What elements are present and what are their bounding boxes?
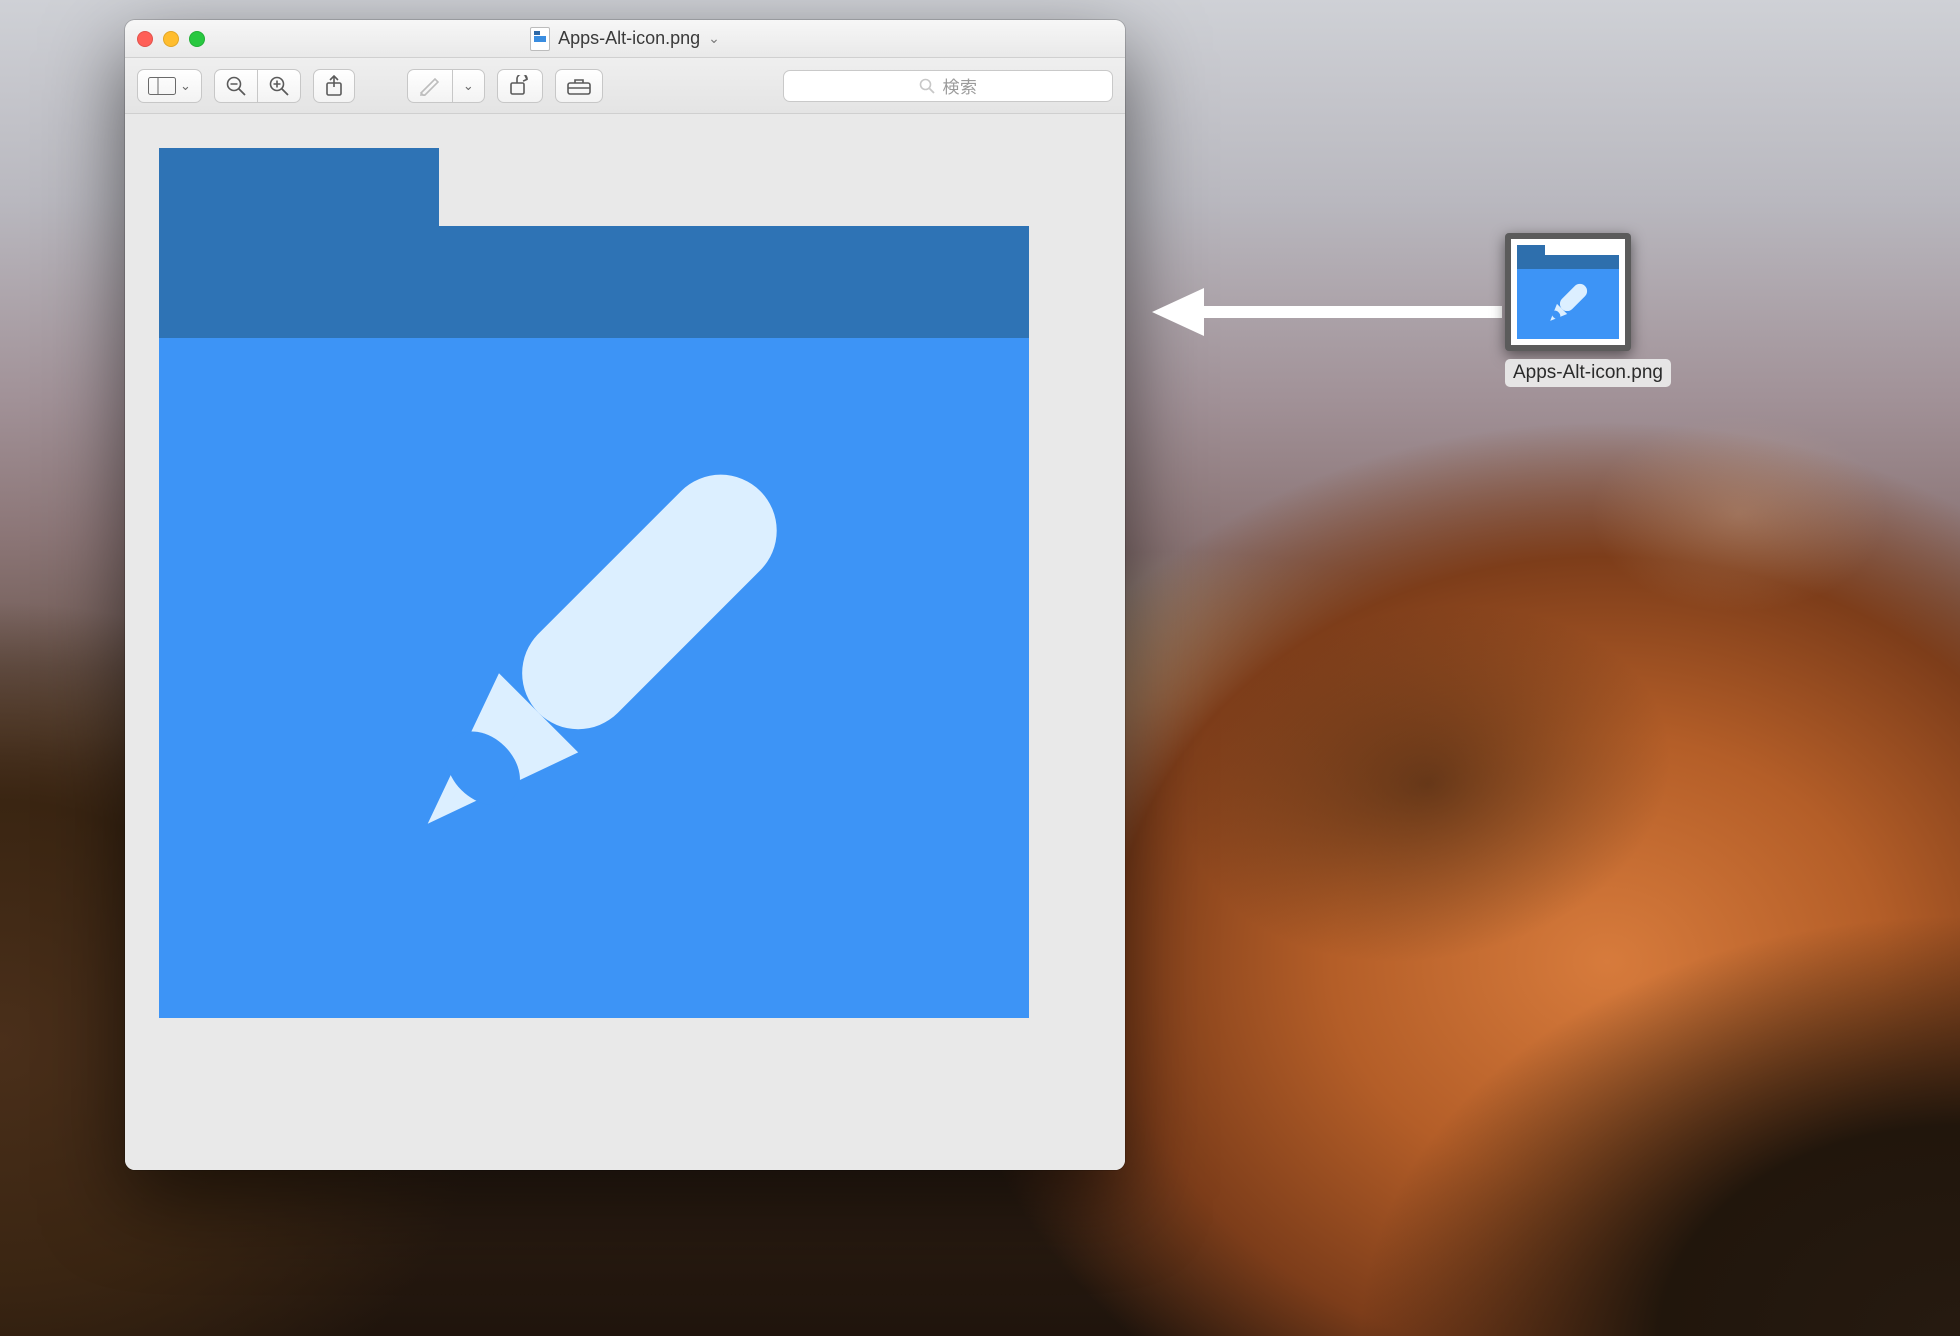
toolbox-icon [566,76,592,96]
image-content [159,148,1029,1018]
highlight-segment: ⌄ [407,69,485,103]
chevron-down-icon: ⌄ [463,78,474,94]
desktop-file-icon[interactable]: Apps-Alt-icon.png [1505,233,1631,387]
desktop-file-label: Apps-Alt-icon.png [1505,359,1671,387]
rotate-button[interactable] [497,69,543,103]
pencil-glyph-small [1538,273,1598,333]
window-controls [137,31,205,47]
pencil-icon [418,76,442,96]
markup-button[interactable] [555,69,603,103]
zoom-in-icon [268,75,290,97]
search-field[interactable]: 検索 [783,70,1113,102]
rotate-icon [508,75,532,97]
share-button[interactable] [313,69,355,103]
zoom-segment [214,69,301,103]
search-icon [919,78,935,94]
window-titlebar[interactable]: Apps-Alt-icon.png ⌄ [125,20,1125,58]
pencil-glyph [314,378,874,938]
zoom-button[interactable] [189,31,205,47]
chevron-down-icon: ⌄ [180,78,191,94]
preview-window: Apps-Alt-icon.png ⌄ ⌄ [125,20,1125,1170]
zoom-out-button[interactable] [214,69,257,103]
highlight-button[interactable] [407,69,452,103]
title-dropdown-icon: ⌄ [708,30,720,47]
highlight-menu-button[interactable]: ⌄ [452,69,485,103]
thumbnail-frame [1505,233,1631,351]
window-title: Apps-Alt-icon.png [558,28,700,49]
zoom-out-icon [225,75,247,97]
close-button[interactable] [137,31,153,47]
search-placeholder: 検索 [943,73,978,98]
toolbar: ⌄ [125,58,1125,114]
canvas[interactable] [125,114,1125,1170]
minimize-button[interactable] [163,31,179,47]
share-icon [324,75,344,97]
title-proxy-icon [530,27,550,51]
zoom-in-button[interactable] [257,69,301,103]
view-mode-button[interactable]: ⌄ [137,69,202,103]
